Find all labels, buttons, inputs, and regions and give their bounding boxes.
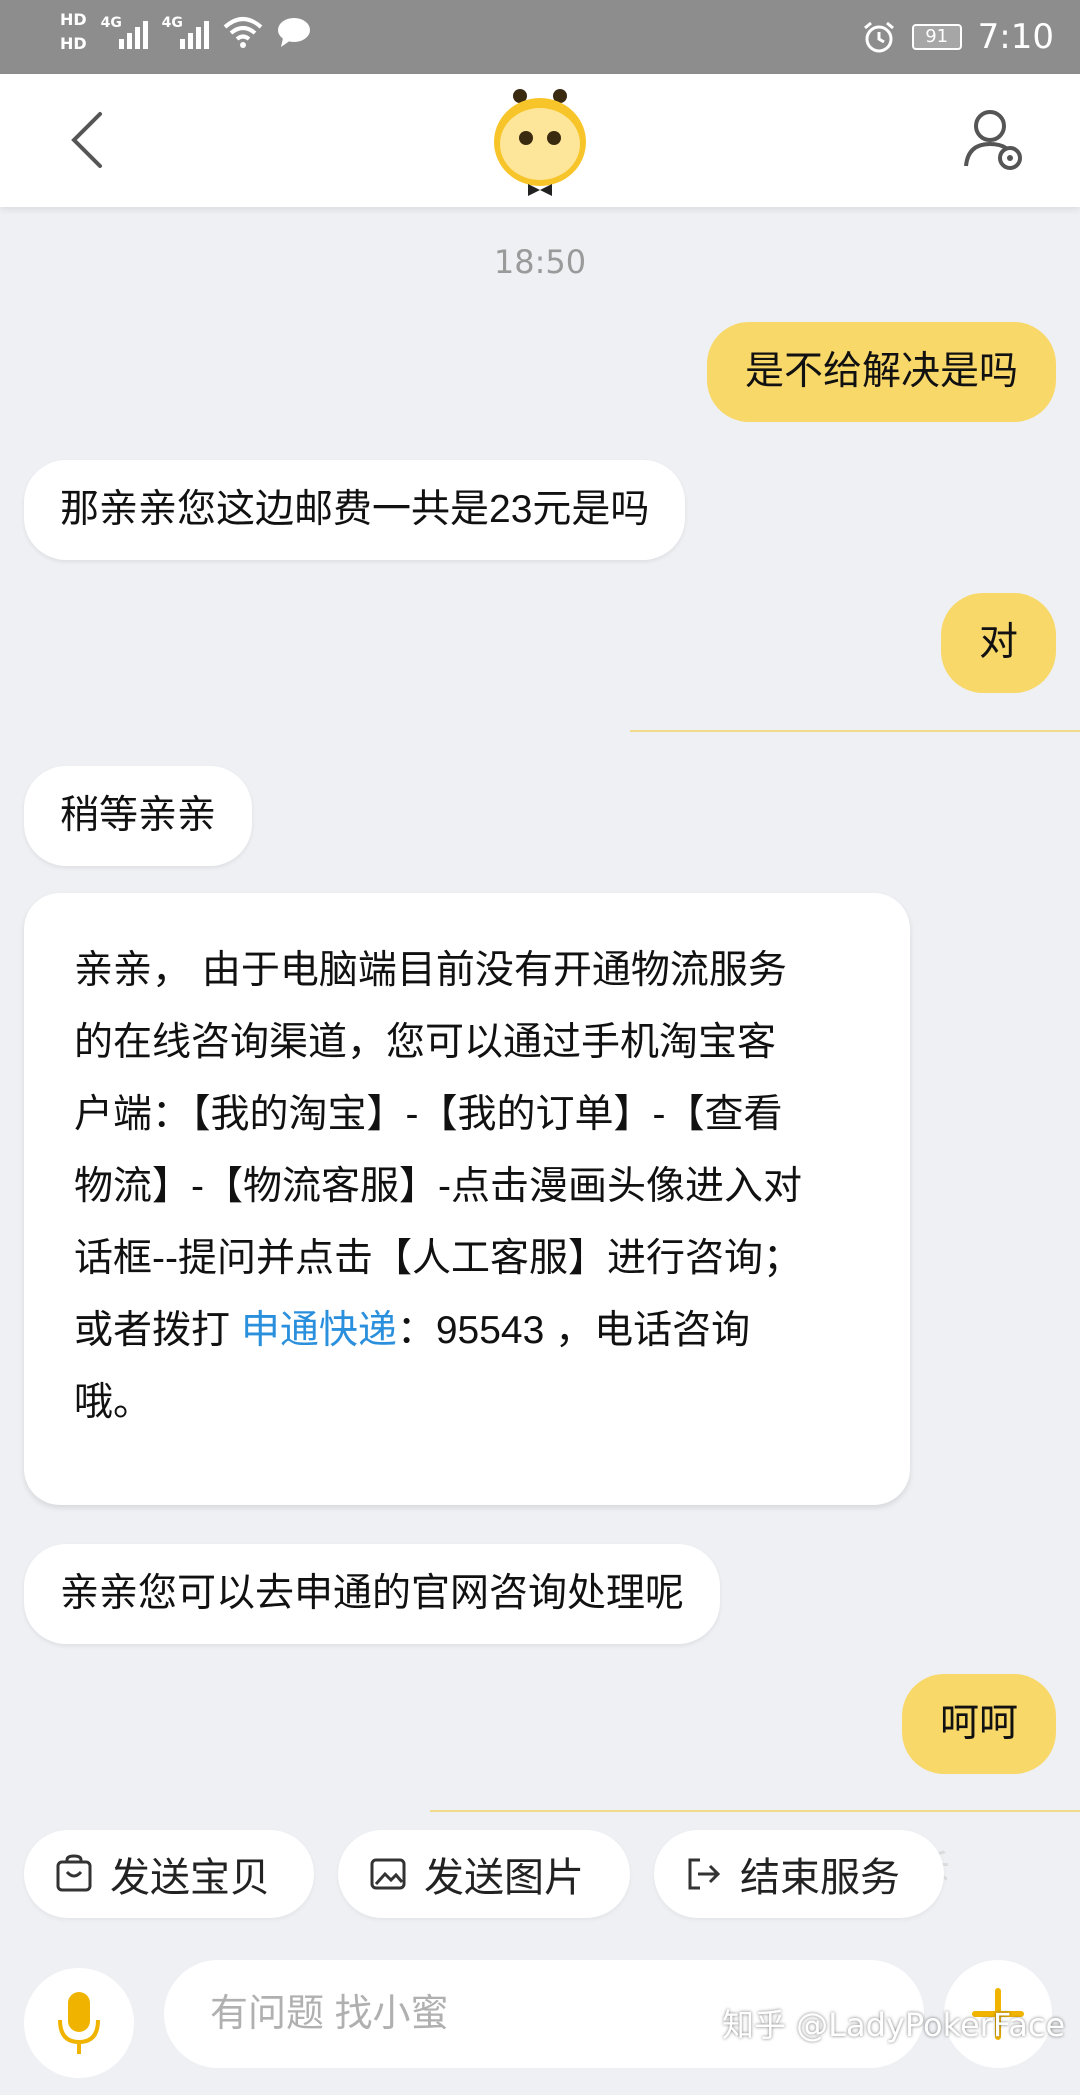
chat-header bbox=[0, 74, 1080, 207]
message-text: ：95543 ，电话咨询 bbox=[396, 1309, 751, 1352]
hd-label-1: HD bbox=[60, 10, 87, 29]
user-settings-icon[interactable] bbox=[960, 104, 1030, 174]
send-image-button[interactable]: 发送图片 bbox=[338, 1830, 630, 1918]
message-line: 哦。 bbox=[74, 1381, 153, 1424]
message-card-incoming: 亲亲， 由于电脑端目前没有开通物流服务 的在线咨询渠道，您可以通过手机淘宝客 户… bbox=[24, 893, 910, 1505]
send-item-button[interactable]: 发送宝贝 bbox=[24, 1830, 314, 1918]
message-line: 物流】-【物流客服】-点击漫画头像进入对 bbox=[74, 1165, 802, 1208]
message-line: 话框--提问并点击【人工客服】进行咨询； bbox=[74, 1237, 802, 1280]
signal-icon-2: 4G bbox=[162, 15, 209, 49]
divider-line bbox=[430, 1810, 1080, 1812]
message-bubble-outgoing: 对 bbox=[940, 593, 1056, 693]
microphone-icon bbox=[58, 1992, 100, 2054]
chat-timestamp: 18:50 bbox=[493, 243, 587, 281]
divider-line bbox=[630, 730, 1080, 732]
message-text: 或者拨打 bbox=[74, 1309, 241, 1352]
status-bar: HD HD 4G 4G 91 7:10 bbox=[0, 0, 1080, 74]
message-line: 或者拨打 申通快递：95543 ，电话咨询 bbox=[74, 1295, 870, 1367]
end-service-label: 结束服务 bbox=[740, 1856, 900, 1900]
signal-label: 4G bbox=[100, 15, 122, 31]
hd-label-2: HD bbox=[60, 34, 87, 53]
alarm-icon bbox=[863, 21, 894, 53]
wifi-icon bbox=[223, 17, 262, 48]
end-service-button[interactable]: 结束服务 bbox=[654, 1830, 944, 1918]
message-bubble-incoming: 那亲亲您这边邮费一共是23元是吗 bbox=[24, 460, 686, 560]
shopping-bag-icon bbox=[56, 1854, 92, 1892]
alimi-mascot-icon bbox=[494, 89, 586, 196]
microphone-button[interactable] bbox=[24, 1968, 134, 2078]
hd-indicator: HD HD bbox=[60, 8, 87, 56]
status-time: 7:10 bbox=[977, 17, 1054, 57]
message-line: 户端：【我的淘宝】-【我的订单】-【查看 bbox=[74, 1093, 783, 1136]
message-bubble-outgoing: 呵呵 bbox=[901, 1674, 1056, 1774]
signal-label-2: 4G bbox=[161, 15, 183, 31]
chevron-left-icon[interactable] bbox=[64, 110, 114, 170]
signal-icon: 4G bbox=[101, 15, 148, 49]
image-icon bbox=[370, 1858, 406, 1890]
exit-icon bbox=[688, 1858, 721, 1890]
message-line: 亲亲， 由于电脑端目前没有开通物流服务 bbox=[74, 949, 787, 992]
send-image-label: 发送图片 bbox=[424, 1856, 584, 1900]
message-bubble-incoming: 亲亲您可以去申通的官网咨询处理呢 bbox=[24, 1544, 721, 1644]
watermark: 知乎 @LadyPokerFace bbox=[722, 2006, 1066, 2044]
message-bubble-incoming: 稍等亲亲 bbox=[24, 766, 253, 866]
battery-icon: 91 bbox=[911, 24, 962, 50]
message-line: 的在线咨询渠道，您可以通过手机淘宝客 bbox=[74, 1021, 777, 1064]
message-bubble-outgoing: 是不给解决是吗 bbox=[706, 322, 1056, 422]
send-item-label: 发送宝贝 bbox=[110, 1856, 270, 1900]
message-icon bbox=[277, 18, 310, 47]
shentong-link[interactable]: 申通快递 bbox=[241, 1309, 397, 1352]
